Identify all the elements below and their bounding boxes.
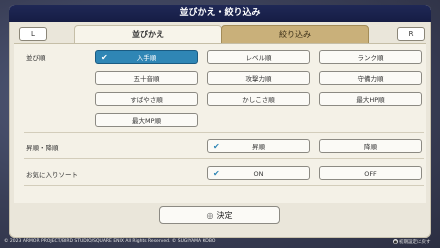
button-prompt-icon: ● <box>393 239 398 244</box>
option-label: 守備力順 <box>357 75 384 83</box>
option-label: 昇順 <box>252 143 265 151</box>
option-label: 降順 <box>364 143 377 151</box>
divider <box>24 132 424 133</box>
sort-option-agility[interactable]: すばやさ順 <box>95 92 198 106</box>
order-option-descending[interactable]: 降順 <box>319 139 422 153</box>
divider <box>24 158 424 159</box>
sort-option-attack[interactable]: 攻撃力順 <box>207 71 310 85</box>
option-label: 入手順 <box>136 54 157 62</box>
confirm-label: 決定 <box>216 211 233 220</box>
sort-filter-panel: 並びかえ・絞り込み L R 並びかえ 絞り込み 並び順 ✔ 入手順 レベル順 ラ… <box>9 5 431 238</box>
panel-title: 並びかえ・絞り込み <box>9 5 431 22</box>
option-label: ランク順 <box>357 54 384 62</box>
option-label: レベル順 <box>245 54 272 62</box>
check-icon: ✔ <box>213 142 220 151</box>
tab-sort[interactable]: 並びかえ <box>74 25 222 44</box>
favorite-sort-off[interactable]: OFF <box>319 166 422 180</box>
asc-desc-label: 昇順・降順 <box>26 144 59 152</box>
sort-option-level[interactable]: レベル順 <box>207 50 310 64</box>
copyright-text: © 2023 ARMOR PROJECT/BIRD STUDIO/SQUARE … <box>4 239 216 244</box>
sort-option-wisdom[interactable]: かしこさ順 <box>207 92 310 106</box>
reset-label: 初期設定に戻す <box>399 240 431 245</box>
option-label: ON <box>253 170 264 178</box>
option-label: すばやさ順 <box>130 96 163 104</box>
sort-option-gojuon[interactable]: 五十音順 <box>95 71 198 85</box>
check-icon: ✔ <box>101 53 108 62</box>
sort-order-label: 並び順 <box>26 54 46 62</box>
option-label: 五十音順 <box>133 75 160 83</box>
sort-options-area: 並び順 ✔ 入手順 レベル順 ランク順 五十音順 攻撃力順 守備力順 すばやさ順… <box>14 43 426 203</box>
confirm-button[interactable]: ◎ 決定 <box>159 206 280 224</box>
check-icon: ✔ <box>213 169 220 178</box>
reset-defaults-hint[interactable]: ● 初期設定に戻す <box>393 239 431 245</box>
sort-option-rank[interactable]: ランク順 <box>319 50 422 64</box>
favorite-sort-label: お気に入りソート <box>26 171 78 179</box>
sort-option-max-hp[interactable]: 最大HP順 <box>319 92 422 106</box>
option-label: 攻撃力順 <box>245 75 272 83</box>
confirm-button-icon: ◎ <box>206 211 214 220</box>
sort-option-max-mp[interactable]: 最大MP順 <box>95 113 198 127</box>
option-label: かしこさ順 <box>242 96 275 104</box>
sort-option-defense[interactable]: 守備力順 <box>319 71 422 85</box>
option-label: 最大MP順 <box>131 117 162 125</box>
option-label: 最大HP順 <box>356 96 385 104</box>
divider <box>24 185 424 186</box>
shoulder-r-button[interactable]: R <box>397 27 425 41</box>
option-label: OFF <box>364 170 377 178</box>
favorite-sort-on[interactable]: ✔ ON <box>207 166 310 180</box>
order-option-ascending[interactable]: ✔ 昇順 <box>207 139 310 153</box>
tab-filter[interactable]: 絞り込み <box>221 25 369 45</box>
sort-option-obtained[interactable]: ✔ 入手順 <box>95 50 198 64</box>
shoulder-l-button[interactable]: L <box>19 27 47 41</box>
